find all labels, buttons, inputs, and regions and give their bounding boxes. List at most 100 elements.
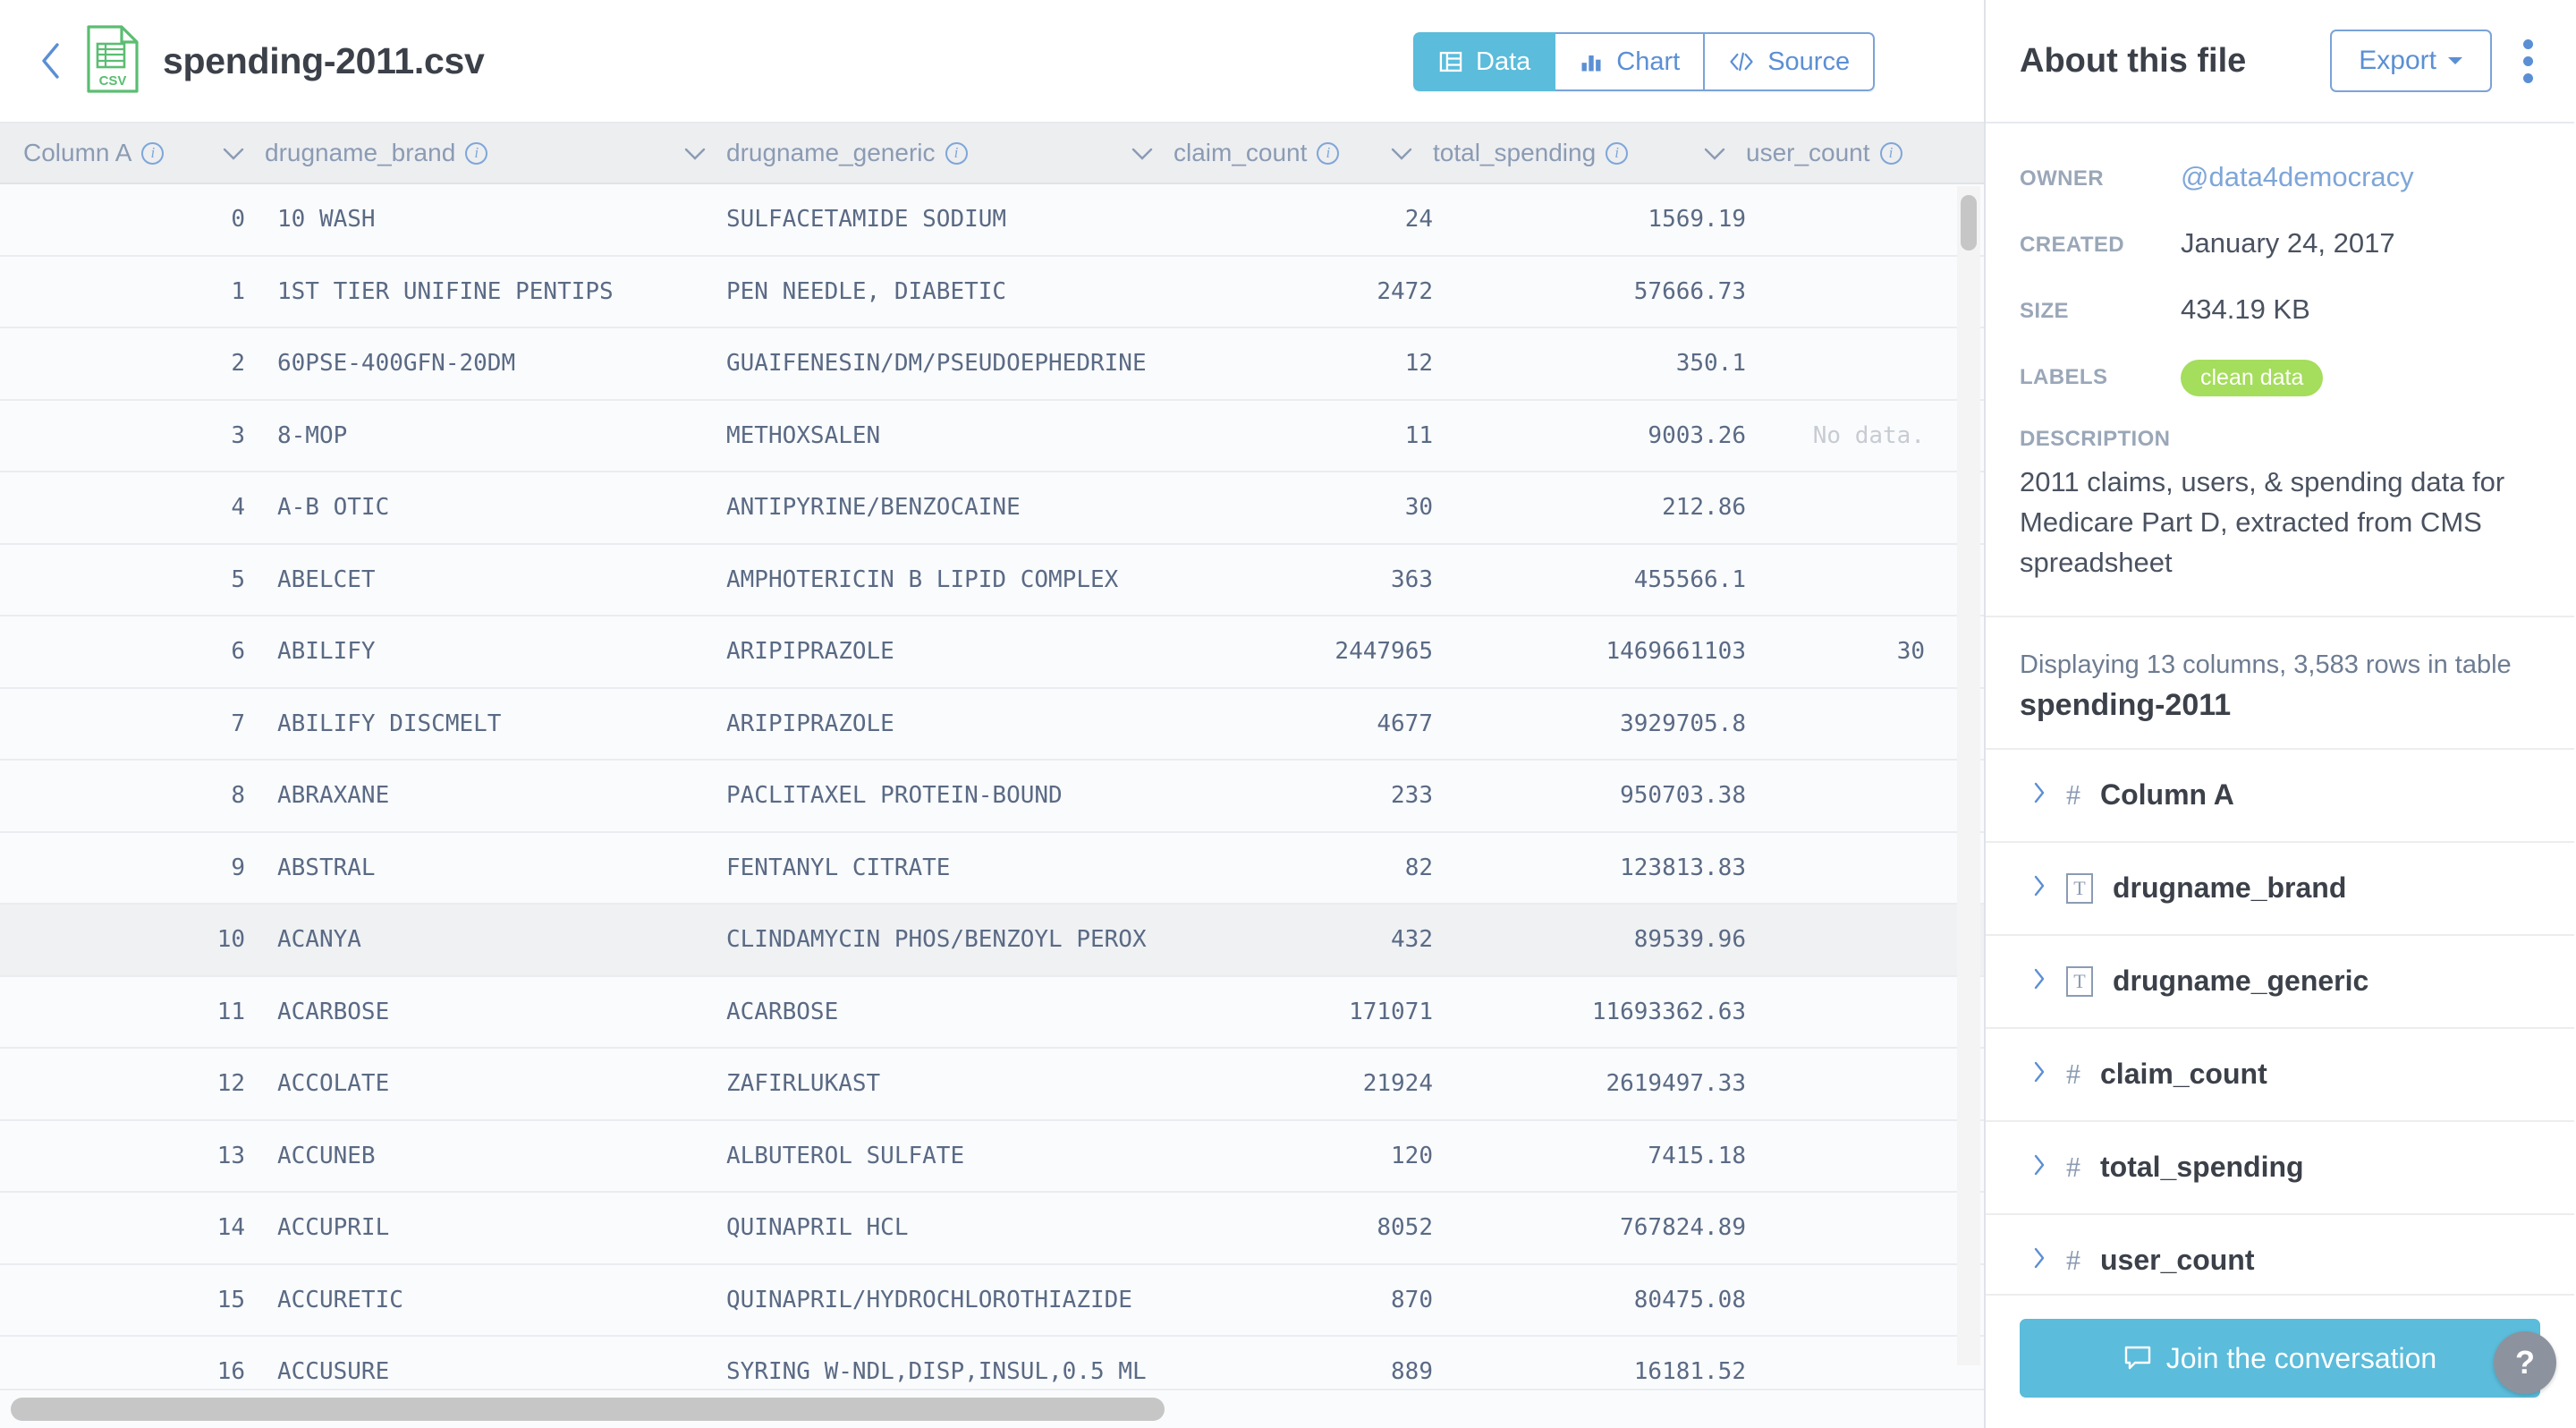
table-row[interactable]: 9 ABSTRAL FENTANYL CITRATE 82 123813.83	[0, 832, 1984, 905]
back-button[interactable]	[30, 41, 70, 81]
table-row[interactable]: 11 ACARBOSE ACARBOSE 171071 11693362.63	[0, 976, 1984, 1049]
cell-drugname-generic: ANTIPYRINE/BENZOCAINE	[726, 494, 1021, 522]
join-conversation-button[interactable]: Join the conversation	[2020, 1319, 2540, 1398]
table-row[interactable]: 13 ACCUNEB ALBUTEROL SULFATE 120 7415.18	[0, 1120, 1984, 1193]
cell-claim-count: 4677	[1377, 710, 1433, 737]
schema-column-item[interactable]: # claim_count	[1986, 1026, 2574, 1120]
cell-index: 16	[216, 1358, 245, 1386]
chevron-down-icon[interactable]	[1703, 139, 1746, 167]
text-box-icon: T	[2066, 965, 2093, 997]
table-row[interactable]: 1 1ST TIER UNIFINE PENTIPS PEN NEEDLE, DIA…	[0, 256, 1984, 328]
table-row[interactable]: 10 ACANYA CLINDAMYCIN PHOS/BENZOYL PEROX 43…	[0, 905, 1984, 977]
table-vertical-scrollbar[interactable]	[1957, 186, 1980, 1365]
schema-column-name: user_count	[2100, 1244, 2255, 1277]
cell-claim-count: 11	[1404, 421, 1433, 449]
cell-drugname-brand: ACCURETIC	[277, 1286, 403, 1313]
about-file-sidebar: About this file Export OWNER @data4democ…	[1986, 0, 2574, 1428]
chevron-right-icon[interactable]	[2032, 1245, 2046, 1275]
hash-icon: #	[2066, 1058, 2080, 1091]
cell-drugname-brand: 10 WASH	[277, 206, 376, 234]
table-row[interactable]: 3 8-MOP METHOXSALEN 11 9003.26 No data.	[0, 400, 1984, 472]
tab-source[interactable]: Source	[1705, 32, 1876, 91]
info-circle-icon[interactable]: i	[945, 141, 968, 165]
cell-drugname-generic: ACARBOSE	[726, 998, 839, 1025]
table-row[interactable]: 15 ACCURETIC QUINAPRIL/HYDROCHLOROTHIAZIDE…	[0, 1264, 1984, 1337]
cell-total-spending: 16181.52	[1633, 1358, 1746, 1386]
cell-total-spending: 455566.1	[1633, 565, 1746, 593]
column-header-column-a[interactable]: Column A i	[16, 139, 265, 167]
cell-index: 9	[231, 854, 245, 881]
table-row[interactable]: 12 ACCOLATE ZAFIRLUKAST 21924 2619497.33	[0, 1049, 1984, 1121]
schema-column-name: drugname_brand	[2113, 871, 2347, 905]
table-header-row: Column A i drugname_brand i drugname_gen…	[0, 123, 1984, 184]
table-horizontal-scrollbar[interactable]	[0, 1389, 1984, 1428]
chevron-down-icon[interactable]	[1131, 139, 1174, 167]
cell-drugname-brand: ACCUPRIL	[277, 1214, 390, 1242]
table-row[interactable]: 0 10 WASH SULFACETAMIDE SODIUM 24 1569.19	[0, 184, 1984, 257]
csv-file-icon: CSV	[86, 24, 140, 98]
sidebar-header: About this file Export	[1986, 0, 2574, 123]
chevron-down-icon[interactable]	[1390, 139, 1433, 167]
cell-drugname-generic: ARIPIPRAZOLE	[726, 710, 894, 737]
table-row[interactable]: 5 ABELCET AMPHOTERICIN B LIPID COMPLEX 363 4…	[0, 544, 1984, 616]
chevron-right-icon[interactable]	[2032, 873, 2046, 903]
hash-icon: #	[2066, 1244, 2080, 1277]
scrollbar-thumb[interactable]	[1961, 195, 1977, 251]
column-header-total-spending[interactable]: total_spending i	[1433, 139, 1746, 167]
cell-drugname-brand: ABILIFY DISCMELT	[277, 710, 502, 737]
tab-chart[interactable]: Chart	[1555, 32, 1706, 91]
column-header-claim-count[interactable]: claim_count i	[1174, 139, 1433, 167]
table-row[interactable]: 14 ACCUPRIL QUINAPRIL HCL 8052 767824.89	[0, 1193, 1984, 1265]
column-header-user-count[interactable]: user_count i	[1746, 139, 1961, 167]
table-row[interactable]: 6 ABILIFY ARIPIPRAZOLE 2447965 1469661103 30	[0, 616, 1984, 689]
cell-index: 7	[231, 710, 245, 737]
status-badge[interactable]: clean data	[2181, 360, 2324, 396]
more-options-button[interactable]	[2508, 38, 2547, 83]
chevron-down-icon[interactable]	[222, 139, 265, 167]
chevron-right-icon[interactable]	[2032, 1152, 2046, 1182]
schema-column-item[interactable]: # user_count	[1986, 1212, 2574, 1294]
cell-drugname-brand: 60PSE-400GFN-20DM	[277, 350, 516, 378]
info-circle-icon[interactable]: i	[1317, 141, 1340, 165]
owner-value[interactable]: @data4democracy	[2181, 161, 2414, 193]
cell-claim-count: 120	[1391, 1142, 1433, 1169]
info-circle-icon[interactable]: i	[1879, 141, 1902, 165]
cell-total-spending: 1469661103	[1606, 638, 1746, 666]
cell-total-spending: 950703.38	[1620, 782, 1746, 810]
cell-drugname-brand: ABILIFY	[277, 638, 376, 666]
schema-column-item[interactable]: Tdrugname_generic	[1986, 933, 2574, 1027]
cell-index: 0	[231, 206, 245, 234]
table-row[interactable]: 7 ABILIFY DISCMELT ARIPIPRAZOLE 4677 3929705…	[0, 688, 1984, 761]
column-header-drugname-generic[interactable]: drugname_generic i	[726, 139, 1174, 167]
table-row[interactable]: 8 ABRAXANE PACLITAXEL PROTEIN-BOUND 233 9507…	[0, 761, 1984, 833]
info-circle-icon[interactable]: i	[465, 141, 488, 165]
schema-column-item[interactable]: # Column A	[1986, 747, 2574, 841]
schema-column-name: drugname_generic	[2113, 965, 2369, 998]
column-header-drugname-brand[interactable]: drugname_brand i	[265, 139, 726, 167]
chevron-right-icon[interactable]	[2032, 1059, 2046, 1089]
schema-column-item[interactable]: Tdrugname_brand	[1986, 840, 2574, 934]
cell-drugname-generic: SULFACETAMIDE SODIUM	[726, 206, 1007, 234]
cell-drugname-brand: A-B OTIC	[277, 494, 390, 522]
file-description: DESCRIPTION 2011 claims, users, & spendi…	[1986, 427, 2574, 617]
info-circle-icon[interactable]: i	[141, 141, 165, 165]
table-row[interactable]: 4 A-B OTIC ANTIPYRINE/BENZOCAINE 30 212.86	[0, 472, 1984, 545]
table-body: 0 10 WASH SULFACETAMIDE SODIUM 24 1569.19 1 1S…	[0, 184, 1984, 1409]
created-value: January 24, 2017	[2181, 227, 2395, 259]
tab-data[interactable]: Data	[1413, 32, 1556, 91]
chevron-down-icon[interactable]	[683, 139, 726, 167]
chevron-left-icon	[42, 43, 59, 79]
export-button[interactable]: Export	[2330, 30, 2492, 92]
chevron-right-icon[interactable]	[2032, 966, 2046, 996]
tab-chart-label: Chart	[1616, 47, 1681, 76]
hash-icon: #	[2066, 778, 2080, 812]
schema-column-item[interactable]: # total_spending	[1986, 1119, 2574, 1213]
tab-source-label: Source	[1767, 47, 1851, 76]
table-row[interactable]: 2 60PSE-400GFN-20DM GUAIFENESIN/DM/PSEUDOE…	[0, 328, 1984, 401]
cell-drugname-brand: 8-MOP	[277, 421, 348, 449]
text-box-icon: T	[2066, 872, 2093, 904]
help-button[interactable]: ?	[2494, 1331, 2556, 1394]
info-circle-icon[interactable]: i	[1606, 141, 1629, 165]
chevron-right-icon[interactable]	[2032, 780, 2046, 810]
scrollbar-thumb[interactable]	[11, 1398, 1165, 1421]
